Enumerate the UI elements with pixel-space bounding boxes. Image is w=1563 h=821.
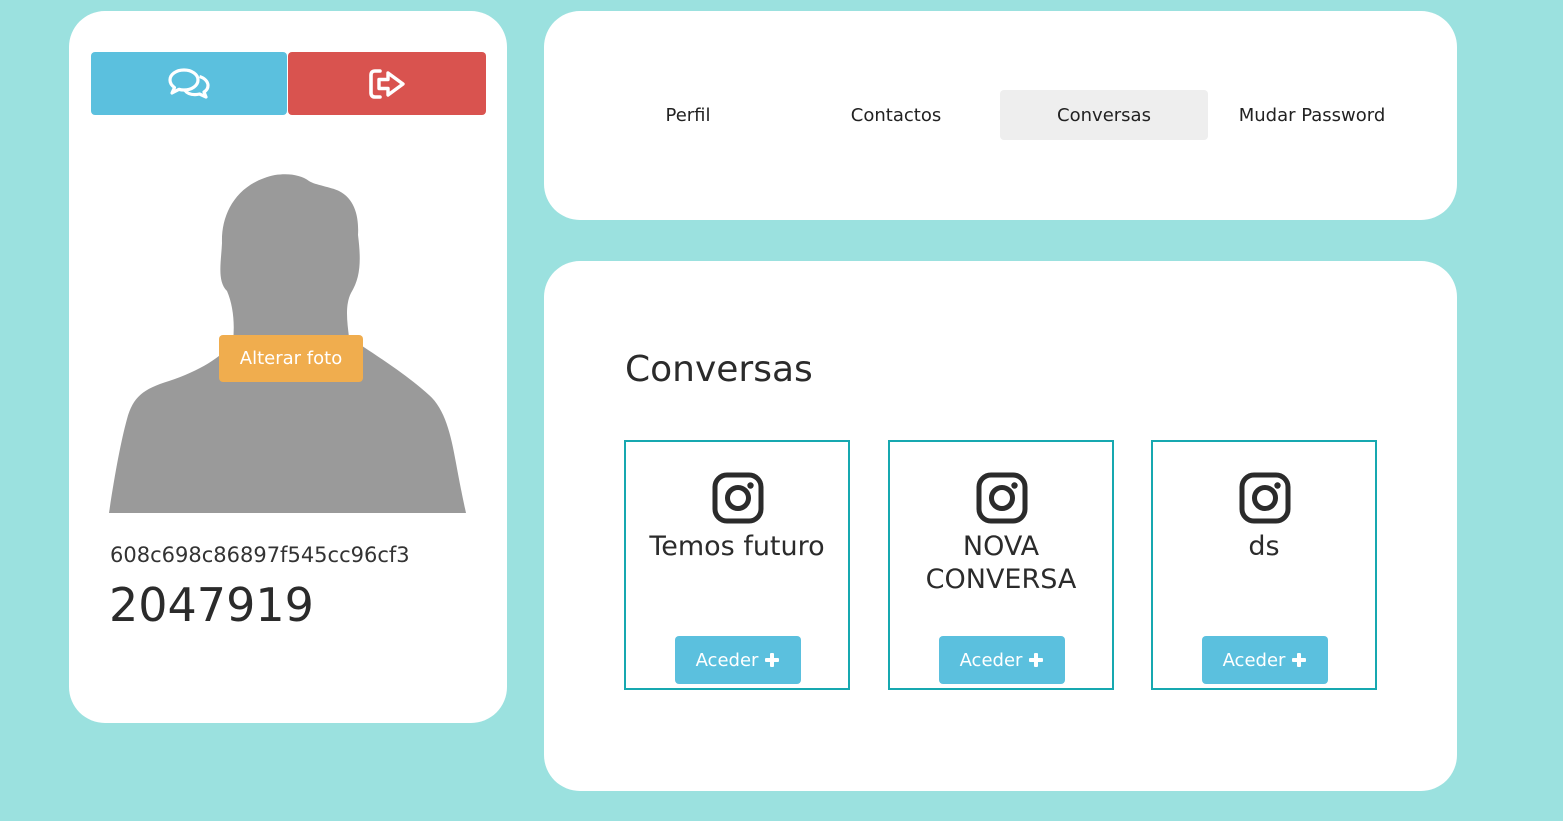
access-button-label: Aceder (1222, 649, 1286, 671)
instagram-icon (976, 472, 1028, 524)
change-photo-button[interactable]: Alterar foto (219, 335, 363, 382)
plus-icon (765, 653, 780, 667)
user-number: 2047919 (109, 578, 314, 632)
user-id: 608c698c86897f545cc96cf3 (110, 543, 410, 567)
chat-button[interactable] (91, 52, 287, 115)
access-button-label: Aceder (695, 649, 759, 671)
tab-mudar-password[interactable]: Mudar Password (1208, 90, 1416, 140)
conversation-item: Temos futuro Aceder (624, 440, 850, 690)
nav-card: Perfil Contactos Conversas Mudar Passwor… (544, 11, 1457, 220)
access-button[interactable]: Aceder (939, 636, 1065, 684)
access-button[interactable]: Aceder (1202, 636, 1328, 684)
tab-perfil[interactable]: Perfil (584, 90, 792, 140)
conversation-name: Temos futuro (649, 531, 825, 562)
logout-button[interactable] (288, 52, 486, 115)
plus-icon (1029, 653, 1044, 667)
tab-conversas[interactable]: Conversas (1000, 90, 1208, 140)
access-button[interactable]: Aceder (675, 636, 801, 684)
sign-out-icon (369, 68, 405, 99)
conversation-item: NOVA CONVERSA Aceder (888, 440, 1114, 690)
profile-card: Alterar foto 608c698c86897f545cc96cf3 20… (69, 11, 507, 723)
conversation-item: ds Aceder (1151, 440, 1377, 690)
comments-icon (168, 67, 210, 99)
plus-icon (1292, 653, 1307, 667)
access-button-label: Aceder (959, 649, 1023, 671)
section-title: Conversas (625, 349, 813, 390)
conversation-name: ds (1248, 531, 1280, 562)
instagram-icon (712, 472, 764, 524)
conversations-card: Conversas Temos futuro Aceder NOVA CONVE… (544, 261, 1457, 791)
instagram-icon (1239, 472, 1291, 524)
tab-contactos[interactable]: Contactos (792, 90, 1000, 140)
conversation-name: NOVA CONVERSA (925, 531, 1077, 595)
